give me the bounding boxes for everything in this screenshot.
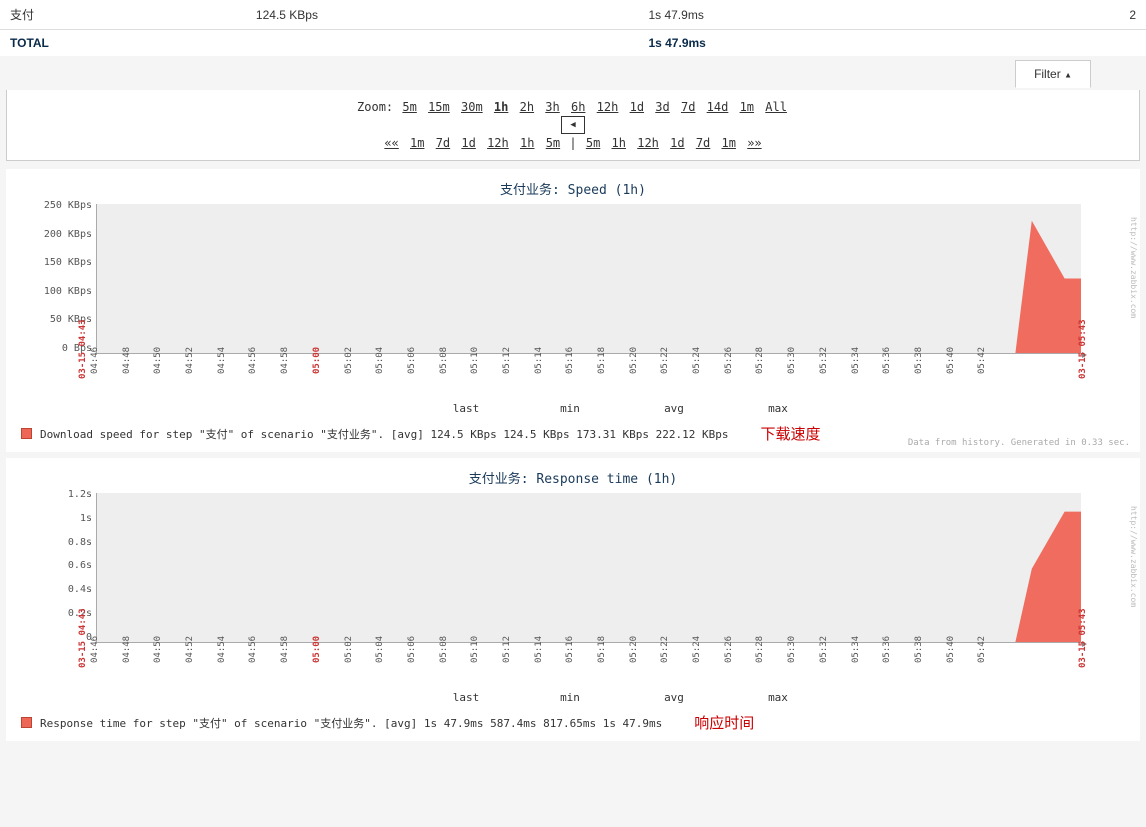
source-url: http://www.zabbix.com bbox=[1129, 506, 1138, 607]
legend-annotation: 响应时间 bbox=[694, 712, 754, 733]
stat-header: max bbox=[743, 402, 813, 415]
play-button[interactable]: ◀ bbox=[561, 116, 585, 134]
table-row: 支付 124.5 KBps 1s 47.9ms 2 bbox=[0, 0, 1146, 30]
plot-area[interactable] bbox=[96, 493, 1081, 643]
legend-name: Response time for step "支付" of scenario … bbox=[40, 715, 662, 731]
legend-annotation: 下载速度 bbox=[761, 423, 821, 444]
y-tick: 1s bbox=[80, 513, 92, 524]
y-tick: 200 KBps bbox=[44, 229, 92, 240]
y-tick: 1.2s bbox=[68, 489, 92, 500]
y-tick: 0.8s bbox=[68, 537, 92, 548]
x-end-label: 03-15 05:43 bbox=[1078, 319, 1088, 379]
cell-name: 支付 bbox=[0, 0, 246, 30]
zoom-option-14d[interactable]: 14d bbox=[705, 100, 731, 114]
chart-response-time: 支付业务: Response time (1h) 1.2s 1s 0.8s 0.6s 0.… bbox=[6, 458, 1140, 741]
x-start-label: 03-15 04:43 bbox=[78, 319, 88, 379]
filter-toggle[interactable]: Filter ▲ bbox=[1015, 60, 1091, 88]
nav-back-1d[interactable]: 1d bbox=[459, 136, 477, 150]
nav-sep: | bbox=[569, 136, 576, 150]
zoom-option-12h[interactable]: 12h bbox=[595, 100, 621, 114]
cell-speed bbox=[246, 30, 639, 57]
stat-header: avg bbox=[639, 691, 709, 704]
chart-title: 支付业务: Response time (1h) bbox=[21, 468, 1125, 487]
stat-header: min bbox=[535, 691, 605, 704]
zoom-option-7d[interactable]: 7d bbox=[679, 100, 697, 114]
x-tick: 05:42 bbox=[977, 342, 1025, 374]
nav-back-12h[interactable]: 12h bbox=[485, 136, 511, 150]
chart-speed: 支付业务: Speed (1h) 250 KBps 200 KBps 150 KBps… bbox=[6, 169, 1140, 452]
cell-extra: 2 bbox=[1119, 0, 1146, 30]
x-axis: 04:4604:4804:5004:5204:5404:5604:5805:00… bbox=[100, 643, 1125, 691]
nav-back-5m[interactable]: 5m bbox=[544, 136, 562, 150]
stat-header: min bbox=[535, 402, 605, 415]
legend-row: Response time for step "支付" of scenario … bbox=[21, 708, 1125, 741]
stat-headers: last min avg max bbox=[431, 402, 1125, 415]
x-end-label: 03-15 05:43 bbox=[1078, 608, 1088, 668]
zoom-option-1h[interactable]: 1h bbox=[492, 100, 510, 114]
nav-back-1h[interactable]: 1h bbox=[518, 136, 536, 150]
zoom-label: Zoom: bbox=[357, 100, 393, 114]
x-tick: 05:42 bbox=[977, 631, 1025, 663]
zoom-option-All[interactable]: All bbox=[763, 100, 789, 114]
y-tick: 0.4s bbox=[68, 584, 92, 595]
stat-header: avg bbox=[639, 402, 709, 415]
nav-fwd-1h[interactable]: 1h bbox=[610, 136, 628, 150]
cell-time: 1s 47.9ms bbox=[638, 30, 1119, 57]
y-tick: 250 KBps bbox=[44, 200, 92, 211]
nav-back-1m[interactable]: 1m bbox=[408, 136, 426, 150]
zoom-option-3h[interactable]: 3h bbox=[543, 100, 561, 114]
chevron-up-icon: ▲ bbox=[1064, 70, 1072, 79]
nav-fwd-5m[interactable]: 5m bbox=[584, 136, 602, 150]
summary-table: 支付 124.5 KBps 1s 47.9ms 2 TOTAL 1s 47.9m… bbox=[0, 0, 1146, 56]
zoom-play-row: ◀ bbox=[7, 116, 1139, 134]
zoom-option-15m[interactable]: 15m bbox=[426, 100, 452, 114]
x-axis: 04:4604:4804:5004:5204:5404:5604:5805:00… bbox=[100, 354, 1125, 402]
table-row-total: TOTAL 1s 47.9ms bbox=[0, 30, 1146, 57]
cell-name: TOTAL bbox=[0, 30, 246, 57]
source-note: Data from history. Generated in 0.33 sec… bbox=[908, 438, 1130, 448]
filter-bar: Filter ▲ bbox=[0, 60, 1146, 90]
stat-header: max bbox=[743, 691, 813, 704]
nav-back-7d[interactable]: 7d bbox=[434, 136, 452, 150]
stat-header: last bbox=[431, 402, 501, 415]
stat-header: last bbox=[431, 691, 501, 704]
zoom-option-1d[interactable]: 1d bbox=[628, 100, 646, 114]
zoom-panel: Zoom: 5m 15m 30m 1h 2h 3h 6h 12h 1d 3d 7… bbox=[6, 90, 1140, 161]
zoom-option-6h[interactable]: 6h bbox=[569, 100, 587, 114]
x-start-label: 03-15 04:43 bbox=[78, 608, 88, 668]
filter-label: Filter bbox=[1034, 67, 1061, 81]
cell-speed: 124.5 KBps bbox=[246, 0, 639, 30]
stat-headers: last min avg max bbox=[431, 691, 1125, 704]
legend-name: Download speed for step "支付" of scenario… bbox=[40, 426, 729, 442]
nav-fwd-1m[interactable]: 1m bbox=[720, 136, 738, 150]
zoom-option-2h[interactable]: 2h bbox=[518, 100, 536, 114]
y-tick: 150 KBps bbox=[44, 257, 92, 268]
nav-first[interactable]: «« bbox=[382, 136, 400, 150]
y-tick: 100 KBps bbox=[44, 286, 92, 297]
nav-fwd-7d[interactable]: 7d bbox=[694, 136, 712, 150]
source-url: http://www.zabbix.com bbox=[1129, 217, 1138, 318]
cell-time: 1s 47.9ms bbox=[638, 0, 1119, 30]
chart-title: 支付业务: Speed (1h) bbox=[21, 179, 1125, 198]
zoom-options-row: Zoom: 5m 15m 30m 1h 2h 3h 6h 12h 1d 3d 7… bbox=[7, 100, 1139, 114]
nav-fwd-1d[interactable]: 1d bbox=[668, 136, 686, 150]
zoom-option-3d[interactable]: 3d bbox=[653, 100, 671, 114]
y-tick: 0.6s bbox=[68, 560, 92, 571]
legend-swatch bbox=[21, 717, 32, 728]
nav-fwd-12h[interactable]: 12h bbox=[635, 136, 661, 150]
plot-area[interactable] bbox=[96, 204, 1081, 354]
nav-last[interactable]: »» bbox=[745, 136, 763, 150]
zoom-nav-row: «« 1m 7d 1d 12h 1h 5m | 5m 1h 12h 1d 7d … bbox=[7, 136, 1139, 150]
legend-swatch bbox=[21, 428, 32, 439]
zoom-option-5m[interactable]: 5m bbox=[400, 100, 418, 114]
zoom-option-30m[interactable]: 30m bbox=[459, 100, 485, 114]
zoom-option-1m[interactable]: 1m bbox=[738, 100, 756, 114]
